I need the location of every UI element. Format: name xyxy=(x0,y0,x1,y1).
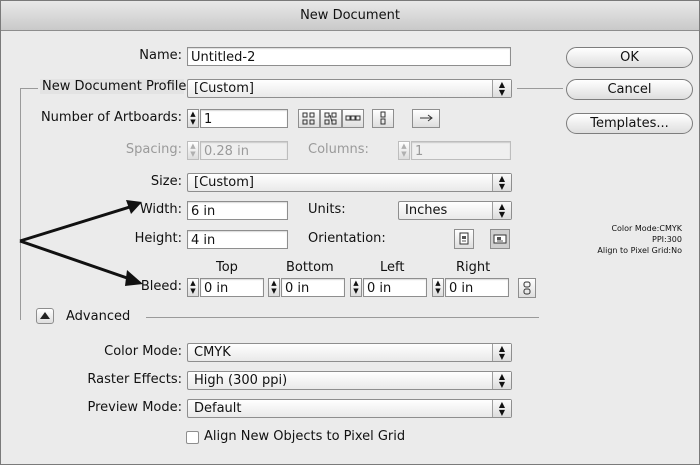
chevron-updown-icon: ▲ ▼ xyxy=(492,372,511,389)
advanced-label: Advanced xyxy=(66,309,131,324)
color-mode-label: Color Mode: xyxy=(104,344,182,359)
spacing-label: Spacing: xyxy=(125,142,182,157)
width-input[interactable]: 6 in xyxy=(187,201,288,220)
bleed-left-stepper[interactable]: ▲ ▼ xyxy=(350,278,362,297)
artboards-input[interactable]: 1 xyxy=(200,109,288,128)
columns-stepper: ▲ ▼ xyxy=(398,141,410,160)
raster-effects-select-value: High (300 ppi) xyxy=(194,373,288,388)
orientation-label: Orientation: xyxy=(308,231,386,246)
columns-input: 1 xyxy=(411,141,511,160)
cancel-button[interactable]: Cancel xyxy=(566,79,693,100)
profile-label: New Document Profile: xyxy=(40,79,191,94)
chevron-updown-icon: ▲ ▼ xyxy=(492,344,511,361)
raster-effects-label: Raster Effects: xyxy=(87,372,182,387)
bleed-left-header: Left xyxy=(380,260,405,275)
preview-mode-select[interactable]: Default ▲ ▼ xyxy=(187,399,512,418)
bleed-top-stepper[interactable]: ▲ ▼ xyxy=(187,278,199,297)
bleed-right-stepper[interactable]: ▲ ▼ xyxy=(432,278,444,297)
profile-group-line-right xyxy=(517,88,563,89)
name-label: Name: xyxy=(139,48,182,63)
size-select-value: [Custom] xyxy=(194,175,254,190)
raster-effects-select[interactable]: High (300 ppi) ▲ ▼ xyxy=(187,371,512,390)
arrange-by-row-icon[interactable] xyxy=(342,109,364,128)
bleed-top-header: Top xyxy=(216,260,238,275)
bleed-bottom-stepper[interactable]: ▲ ▼ xyxy=(268,278,280,297)
align-pixel-grid-label: Align New Objects to Pixel Grid xyxy=(204,429,406,444)
chevron-updown-icon: ▲ ▼ xyxy=(492,174,511,191)
color-mode-select-value: CMYK xyxy=(194,345,231,360)
bleed-right-header: Right xyxy=(456,260,491,275)
annotation-arrows xyxy=(19,200,143,286)
bleed-left-input[interactable]: 0 in xyxy=(363,278,427,297)
units-select[interactable]: Inches ▲ ▼ xyxy=(398,201,512,220)
align-pixel-grid-checkbox[interactable] xyxy=(186,431,199,444)
advanced-toggle-icon[interactable] xyxy=(36,308,54,324)
profile-group-line-left xyxy=(20,88,38,89)
name-input[interactable]: Untitled-2 xyxy=(187,47,511,66)
summary-ppi: PPI:300 xyxy=(652,235,682,244)
chevron-updown-icon: ▲ ▼ xyxy=(492,400,511,417)
preview-mode-select-value: Default xyxy=(194,401,242,416)
link-chain-icon[interactable] xyxy=(518,278,536,298)
spacing-stepper: ▲ ▼ xyxy=(187,141,199,160)
units-label: Units: xyxy=(308,202,346,217)
spacing-input: 0.28 in xyxy=(200,141,288,160)
size-select[interactable]: [Custom] ▲ ▼ xyxy=(187,173,512,192)
summary-color-mode: Color Mode:CMYK xyxy=(611,224,682,233)
bleed-bottom-header: Bottom xyxy=(286,260,334,275)
ok-button[interactable]: OK xyxy=(566,47,693,68)
size-label: Size: xyxy=(150,174,182,189)
bleed-right-input[interactable]: 0 in xyxy=(445,278,509,297)
columns-label: Columns: xyxy=(308,142,369,157)
advanced-divider xyxy=(146,317,539,318)
artboards-label: Number of Artboards: xyxy=(40,110,182,125)
units-select-value: Inches xyxy=(405,203,448,218)
preview-mode-label: Preview Mode: xyxy=(87,400,182,415)
portrait-orientation-icon[interactable] xyxy=(454,229,474,249)
summary-align-pixel-grid: Align to Pixel Grid:No xyxy=(597,246,682,255)
chevron-updown-icon: ▲ ▼ xyxy=(492,80,511,97)
grid-by-column-icon[interactable] xyxy=(320,109,342,128)
landscape-orientation-icon[interactable] xyxy=(490,229,510,249)
color-mode-select[interactable]: CMYK ▲ ▼ xyxy=(187,343,512,362)
arrange-by-column-icon[interactable] xyxy=(372,109,394,128)
templates-button[interactable]: Templates... xyxy=(566,113,693,134)
grid-by-row-icon[interactable] xyxy=(298,109,320,128)
right-to-left-arrow-icon[interactable] xyxy=(412,109,440,128)
artboards-stepper[interactable]: ▲ ▼ xyxy=(187,109,199,128)
height-input[interactable]: 4 in xyxy=(187,230,288,249)
profile-select-value: [Custom] xyxy=(194,81,254,96)
bleed-bottom-input[interactable]: 0 in xyxy=(281,278,345,297)
bleed-top-input[interactable]: 0 in xyxy=(200,278,264,297)
chevron-updown-icon: ▲ ▼ xyxy=(492,202,511,219)
window-title: New Document xyxy=(1,1,699,31)
profile-select[interactable]: [Custom] ▲ ▼ xyxy=(187,79,512,98)
